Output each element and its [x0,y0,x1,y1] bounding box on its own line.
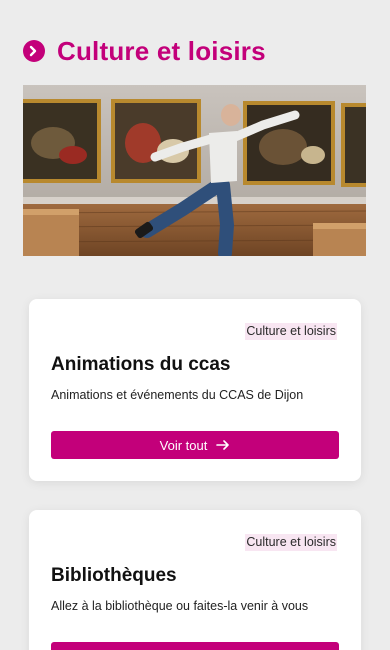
card-title: Animations du ccas [51,354,231,375]
category-tag: Culture et loisirs [245,534,337,551]
section-title: Culture et loisirs [57,36,266,66]
card-bibliotheques: Culture et loisirs Bibliothèques Allez à… [29,510,361,650]
card-animations: Culture et loisirs Animations du ccas An… [29,299,361,481]
chevron-right-circle-icon [23,40,45,62]
arrow-right-icon [216,440,230,450]
card-description: Allez à la bibliothèque ou faites-la ven… [51,599,309,613]
voir-tout-button[interactable]: Voir tout [51,431,339,459]
page: Culture et loisirs Culture et loisirs An… [0,0,390,650]
category-tag: Culture et loisirs [245,323,337,340]
button-label: Voir tout [159,437,208,453]
hero-image [23,85,366,256]
voir-tout-button[interactable] [51,642,339,650]
card-description: Animations et événements du CCAS de Dijo… [51,388,304,402]
section-header: Culture et loisirs [23,36,266,66]
card-title: Bibliothèques [51,565,177,586]
